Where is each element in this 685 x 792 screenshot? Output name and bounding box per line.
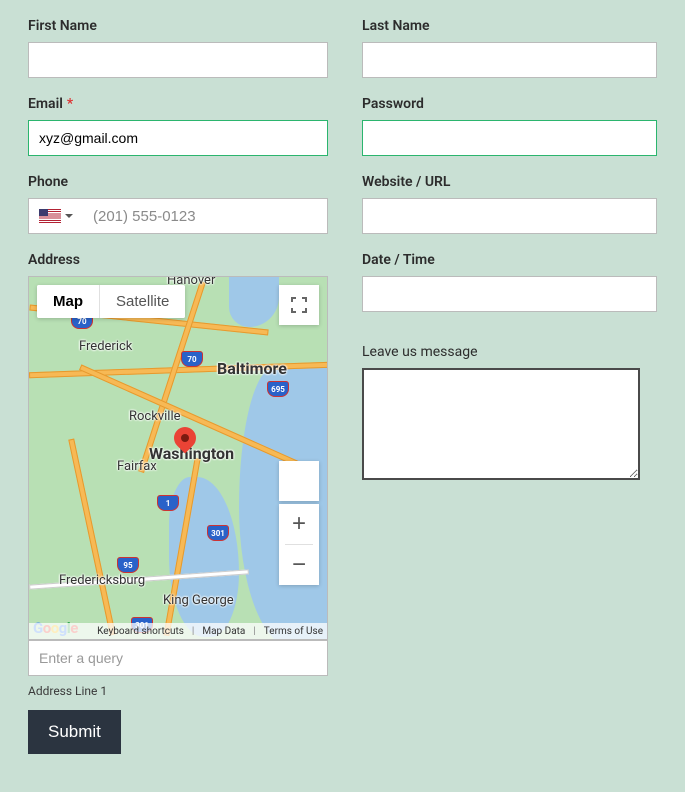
phone-label: Phone xyxy=(28,174,328,190)
zoom-out-button[interactable]: − xyxy=(279,545,319,585)
datetime-label: Date / Time xyxy=(362,252,657,268)
password-input[interactable] xyxy=(362,120,657,156)
email-label: Email* xyxy=(28,96,328,112)
message-label: Leave us message xyxy=(362,344,657,360)
message-textarea[interactable] xyxy=(362,368,640,480)
map-city-label: Baltimore xyxy=(217,359,287,378)
map-city-label: Rockville xyxy=(129,409,181,424)
phone-input-wrap[interactable] xyxy=(28,198,328,234)
road-shield-icon: 301 xyxy=(207,525,229,541)
map-city-label: Fredericksburg xyxy=(59,573,145,588)
road-shield-icon: 1 xyxy=(157,495,179,511)
website-input[interactable] xyxy=(362,198,657,234)
keyboard-shortcuts-link[interactable]: Keyboard shortcuts xyxy=(97,626,184,637)
last-name-input[interactable] xyxy=(362,42,657,78)
address-line1-sublabel: Address Line 1 xyxy=(28,684,328,698)
map-mode-map-button[interactable]: Map xyxy=(37,285,99,318)
website-label: Website / URL xyxy=(362,174,657,190)
map-city-label: Frederick xyxy=(79,339,132,354)
map-city-label: Fairfax xyxy=(117,459,157,474)
terms-of-use-link[interactable]: Terms of Use xyxy=(264,626,323,637)
zoom-controls: + − xyxy=(279,504,319,585)
map-mode-satellite-button[interactable]: Satellite xyxy=(100,285,185,318)
password-label: Password xyxy=(362,96,657,112)
fullscreen-icon xyxy=(291,297,307,313)
road-shield-icon: 95 xyxy=(117,557,139,573)
last-name-label: Last Name xyxy=(362,18,657,34)
road-shield-icon: 695 xyxy=(267,381,289,397)
address-query-input[interactable] xyxy=(28,640,328,676)
chevron-down-icon[interactable] xyxy=(65,214,73,218)
flag-us-icon[interactable] xyxy=(39,209,61,223)
map-data-link[interactable]: Map Data xyxy=(202,626,245,637)
zoom-in-button[interactable]: + xyxy=(279,504,319,544)
map-canvas[interactable]: FrederickBaltimoreRockvilleWashingtonFai… xyxy=(28,276,328,640)
map-type-toggle[interactable]: Map Satellite xyxy=(37,285,185,318)
submit-button[interactable]: Submit xyxy=(28,710,121,754)
address-label: Address xyxy=(28,252,328,268)
email-input[interactable] xyxy=(28,120,328,156)
first-name-label: First Name xyxy=(28,18,328,34)
datetime-input[interactable] xyxy=(362,276,657,312)
map-footer: Keyboard shortcuts | Map Data | Terms of… xyxy=(29,623,327,639)
fullscreen-button[interactable] xyxy=(279,285,319,325)
first-name-input[interactable] xyxy=(28,42,328,78)
required-mark: * xyxy=(67,96,73,112)
phone-input[interactable] xyxy=(83,199,317,233)
road-shield-icon: 70 xyxy=(181,351,203,367)
map-city-label: King George xyxy=(163,593,234,608)
map-control-box[interactable] xyxy=(279,461,319,501)
